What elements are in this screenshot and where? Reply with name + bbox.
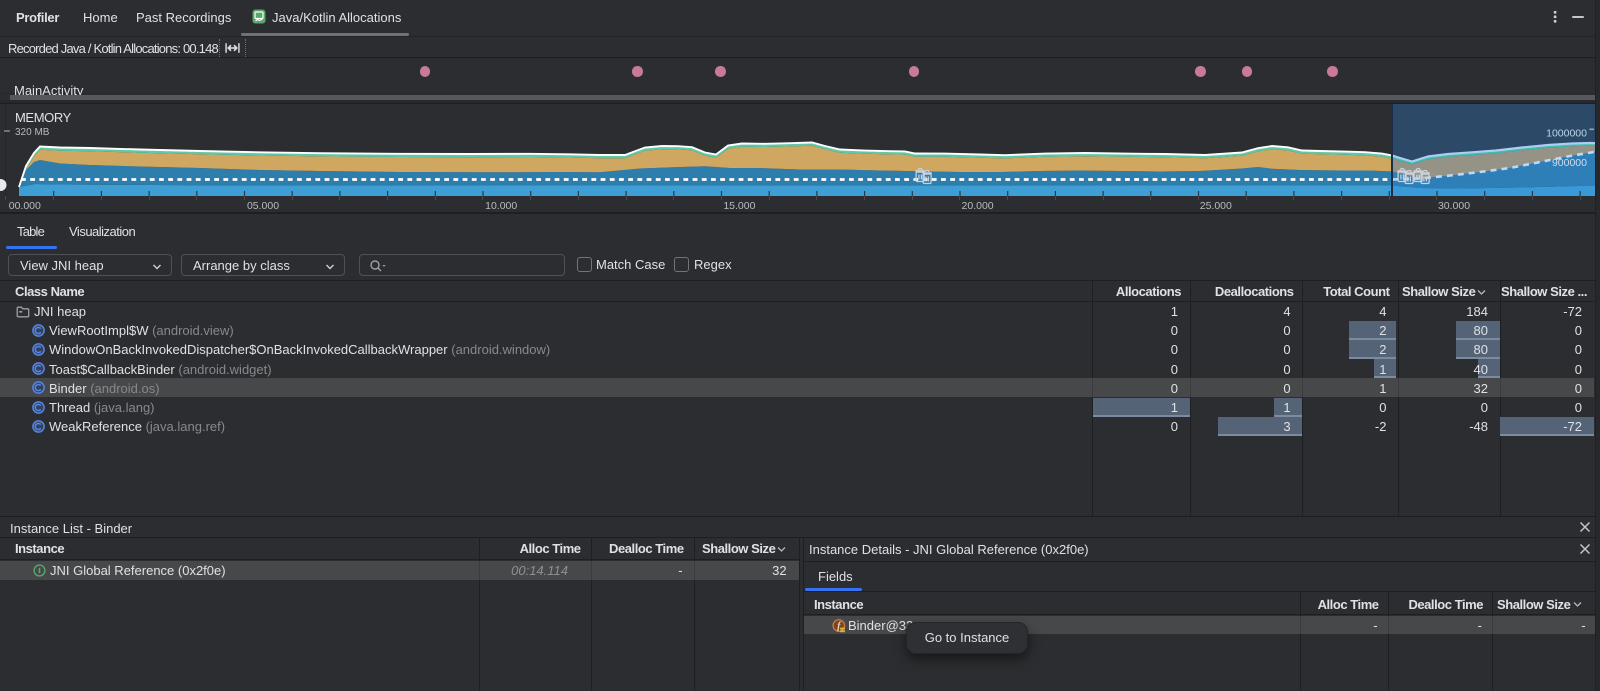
svg-text:900000: 900000: [1552, 157, 1587, 169]
svg-text:1000000: 1000000: [1546, 128, 1587, 140]
